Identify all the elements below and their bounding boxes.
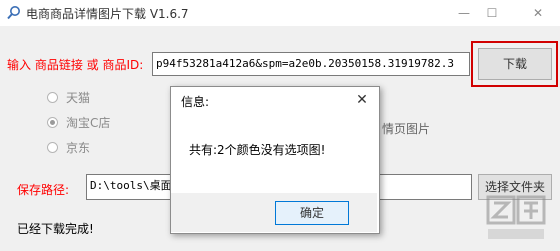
dialog-message: 共有:2个颜色没有选项图!: [189, 143, 326, 157]
dialog-close-button[interactable]: ✕: [349, 89, 375, 111]
maximize-button[interactable]: ☐: [474, 0, 510, 26]
detail-images-option-label: 情页图片: [382, 122, 431, 136]
product-link-label: 输入 商品链接 或 商品ID:: [7, 58, 144, 72]
close-button[interactable]: ✕: [520, 0, 556, 26]
dialog-title: 信息:: [181, 95, 210, 109]
search-icon: [7, 6, 20, 20]
radio-taobao[interactable]: [47, 117, 58, 128]
brand-watermark-icon: [486, 195, 546, 239]
ok-button[interactable]: 确定: [275, 201, 349, 225]
radio-taobao-label: 淘宝C店: [66, 116, 111, 130]
status-text: 已经下载完成!: [17, 222, 94, 236]
product-link-input[interactable]: p94f53281a412a6&spm=a2e0b.20350158.31919…: [152, 52, 470, 76]
radio-jd[interactable]: [47, 142, 58, 153]
radio-tmall[interactable]: [47, 92, 58, 103]
info-dialog: 信息: ✕ 共有:2个颜色没有选项图! 确定: [170, 86, 380, 234]
window-title: 电商商品详情图片下载 V1.6.7: [26, 7, 189, 21]
download-button[interactable]: 下载: [478, 48, 552, 80]
radio-jd-label: 京东: [66, 141, 91, 155]
save-path-label: 保存路径:: [17, 183, 70, 197]
radio-tmall-label: 天猫: [66, 91, 91, 105]
